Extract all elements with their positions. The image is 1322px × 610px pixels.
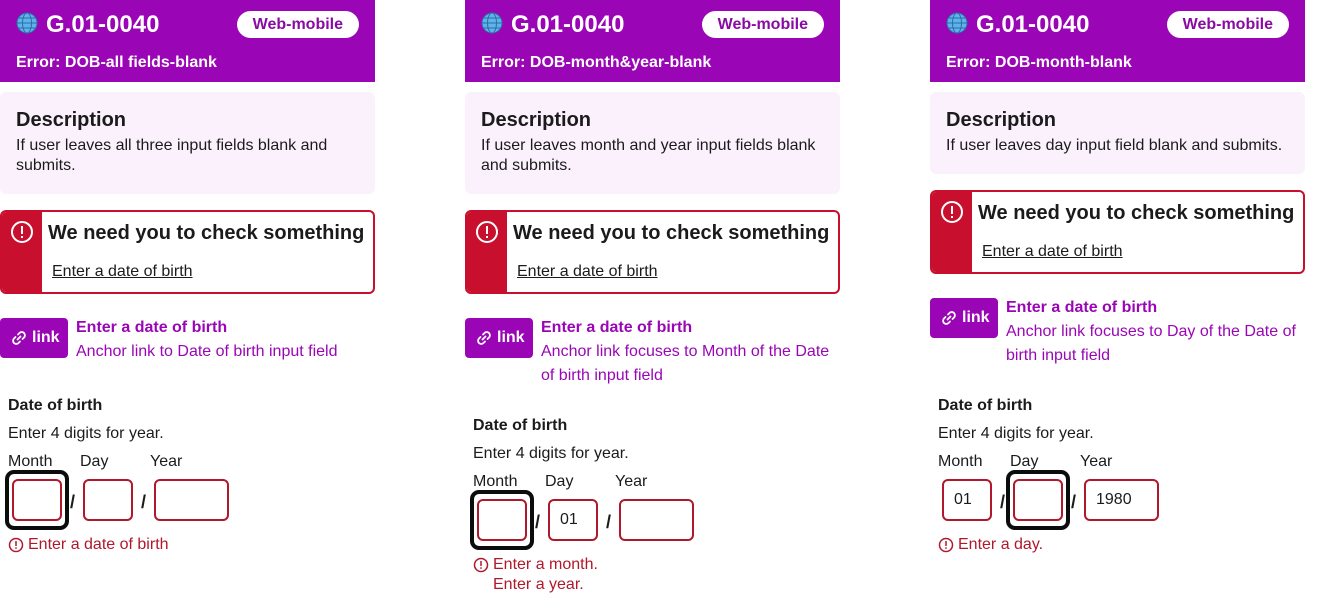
day-input[interactable] (83, 479, 133, 521)
year-label: Year (615, 473, 648, 490)
month-input[interactable] (477, 499, 527, 541)
card-month-blank: G.01-0040 Web-mobile Error: DOB-month-bl… (930, 0, 1305, 610)
link-button[interactable]: link (930, 298, 998, 338)
date-separator: / (1071, 492, 1077, 512)
anchor-text: Anchor link focuses to Day of the Date o… (1006, 323, 1296, 364)
year-label: Year (150, 453, 183, 470)
screen-code: G.01-0040 (976, 11, 1090, 38)
link-button-label: link (962, 309, 990, 326)
error-summary-link[interactable]: Enter a date of birth (982, 242, 1123, 262)
platform-badge: Web-mobile (1166, 11, 1289, 38)
error-summary: We need you to check something Enter a d… (930, 190, 1305, 274)
error-icon (938, 537, 954, 553)
error-summary-link[interactable]: Enter a date of birth (52, 262, 193, 282)
dob-hint: Enter 4 digits for year. (938, 425, 1094, 442)
error-message: Enter a day. (958, 536, 1044, 553)
description-panel: Description If user leaves all three inp… (0, 92, 375, 194)
error-title: Error: DOB-month&year-blank (481, 54, 712, 71)
card-header: G.01-0040 Web-mobile Error: DOB-all fiel… (0, 0, 375, 82)
month-input[interactable] (942, 479, 992, 521)
card-all-fields-blank: G.01-0040 Web-mobile Error: DOB-all fiel… (0, 0, 375, 610)
description-heading: Description (481, 109, 592, 131)
year-input[interactable] (619, 499, 694, 541)
platform-badge: Web-mobile (236, 11, 359, 38)
screen-code: G.01-0040 (46, 11, 160, 38)
link-button[interactable]: link (465, 318, 533, 358)
error-summary-heading: We need you to check something (513, 222, 830, 244)
error-title: Error: DOB-month-blank (946, 54, 1132, 71)
globe-icon (946, 12, 968, 34)
error-message: Enter a month. (493, 556, 598, 573)
anchor-title: Enter a date of birth (1006, 299, 1158, 316)
date-separator: / (141, 492, 147, 512)
day-input[interactable] (548, 499, 598, 541)
dob-hint: Enter 4 digits for year. (8, 425, 164, 442)
error-message: Enter a date of birth (28, 536, 169, 553)
month-input[interactable] (12, 479, 62, 521)
description-text: If user leaves day input field blank and… (946, 137, 1283, 154)
day-label: Day (80, 453, 109, 470)
year-input[interactable] (154, 479, 229, 521)
day-label: Day (545, 473, 574, 490)
anchor-text: Anchor link to Date of birth input field (76, 343, 338, 360)
description-text: If user leaves all three input fields bl… (16, 137, 328, 174)
link-icon (942, 311, 956, 325)
error-summary-link[interactable]: Enter a date of birth (517, 262, 658, 282)
date-separator: / (1000, 492, 1006, 512)
globe-icon (481, 12, 503, 34)
date-separator: / (70, 492, 76, 512)
description-text: If user leaves month and year input fiel… (481, 137, 816, 174)
alert-icon (941, 201, 963, 223)
globe-icon (16, 12, 38, 34)
description-panel: Description If user leaves month and yea… (465, 92, 840, 194)
link-button[interactable]: link (0, 318, 68, 358)
error-summary: We need you to check something Enter a d… (0, 210, 375, 294)
link-button-label: link (497, 329, 525, 346)
dob-label: Date of birth (938, 397, 1033, 414)
date-separator: / (535, 512, 541, 532)
alert-icon (476, 221, 498, 243)
anchor-title: Enter a date of birth (76, 319, 228, 336)
month-label: Month (8, 453, 53, 470)
dob-hint: Enter 4 digits for year. (473, 445, 629, 462)
dob-label: Date of birth (473, 417, 568, 434)
anchor-note: Enter a date of birth Anchor link focuse… (1006, 296, 1296, 368)
dob-label: Date of birth (8, 397, 103, 414)
anchor-note: Enter a date of birth Anchor link to Dat… (76, 316, 366, 364)
link-button-label: link (32, 329, 60, 346)
day-input[interactable] (1013, 479, 1063, 521)
card-header: G.01-0040 Web-mobile Error: DOB-month&ye… (465, 0, 840, 82)
error-summary-heading: We need you to check something (48, 222, 365, 244)
error-summary: We need you to check something Enter a d… (465, 210, 840, 294)
description-panel: Description If user leaves day input fie… (930, 92, 1305, 174)
link-icon (12, 331, 26, 345)
month-label: Month (473, 473, 518, 490)
error-icon (8, 537, 24, 553)
day-label: Day (1010, 453, 1039, 470)
year-label: Year (1080, 453, 1113, 470)
anchor-note: Enter a date of birth Anchor link focuse… (541, 316, 831, 388)
screen-code: G.01-0040 (511, 11, 625, 38)
anchor-text: Anchor link focuses to Month of the Date… (541, 343, 830, 384)
platform-badge: Web-mobile (701, 11, 824, 38)
error-summary-heading: We need you to check something (978, 202, 1295, 224)
description-heading: Description (946, 109, 1057, 131)
date-separator: / (606, 512, 612, 532)
link-icon (477, 331, 491, 345)
description-heading: Description (16, 109, 127, 131)
month-label: Month (938, 453, 983, 470)
anchor-title: Enter a date of birth (541, 319, 693, 336)
alert-icon (11, 221, 33, 243)
card-header: G.01-0040 Web-mobile Error: DOB-month-bl… (930, 0, 1305, 82)
error-title: Error: DOB-all fields-blank (16, 54, 217, 71)
error-message: Enter a year. (493, 576, 584, 593)
card-month-year-blank: G.01-0040 Web-mobile Error: DOB-month&ye… (465, 0, 840, 610)
error-icon (473, 557, 489, 573)
year-input[interactable] (1084, 479, 1159, 521)
